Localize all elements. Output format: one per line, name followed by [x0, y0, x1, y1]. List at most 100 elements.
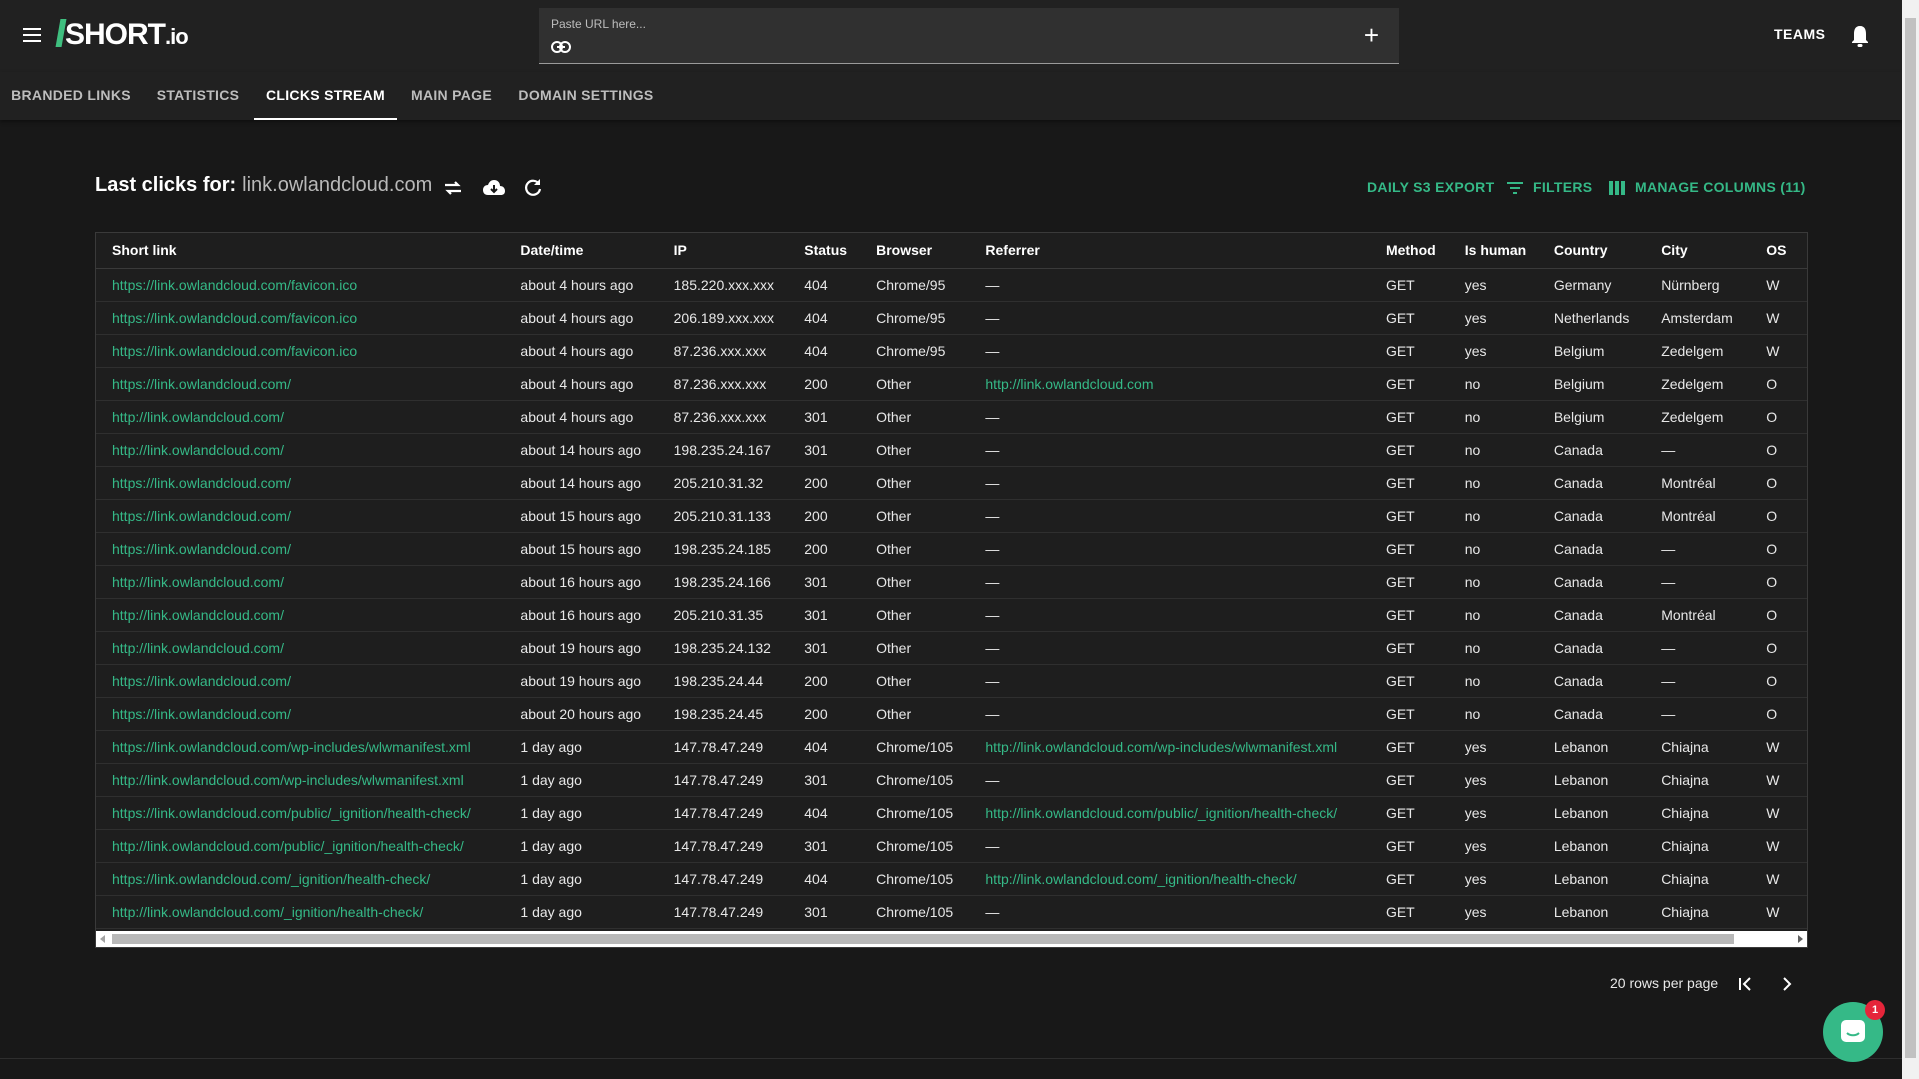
table-cell: 198.235.24.45 [657, 697, 789, 731]
table-row[interactable]: https://link.owlandcloud.com/about 4 hou… [96, 367, 1807, 401]
short-link[interactable]: https://link.owlandcloud.com/ [112, 673, 291, 689]
table-row[interactable]: https://link.owlandcloud.com/favicon.ico… [96, 301, 1807, 335]
notifications-bell-icon[interactable] [1849, 24, 1871, 48]
table-cell: — [1645, 631, 1751, 665]
referrer-link[interactable]: http://link.owlandcloud.com/public/_igni… [985, 805, 1337, 821]
short-link[interactable]: http://link.owlandcloud.com/ [112, 574, 284, 590]
short-link[interactable]: https://link.owlandcloud.com/wp-includes… [112, 739, 471, 755]
rows-per-page-label[interactable]: 20 rows per page [1610, 975, 1718, 991]
table-row[interactable]: http://link.owlandcloud.com/about 4 hour… [96, 400, 1807, 434]
short-link[interactable]: https://link.owlandcloud.com/ [112, 706, 291, 722]
table-row[interactable]: https://link.owlandcloud.com/_ignition/h… [96, 862, 1807, 896]
column-header[interactable]: Country [1537, 233, 1646, 269]
cloud-download-icon[interactable] [481, 176, 507, 200]
manage-columns-button[interactable]: MANAGE COLUMNS (11) [1635, 179, 1806, 195]
short-link[interactable]: https://link.owlandcloud.com/public/_ign… [112, 805, 471, 821]
column-header[interactable]: OS [1750, 233, 1807, 269]
scrollbar-thumb[interactable] [112, 934, 1734, 944]
horizontal-scrollbar[interactable] [96, 931, 1807, 947]
table-row[interactable]: http://link.owlandcloud.com/wp-includes/… [96, 763, 1807, 797]
tab-clicks-stream[interactable]: CLICKS STREAM [254, 72, 397, 120]
referrer-link[interactable]: http://link.owlandcloud.com/_ignition/he… [985, 871, 1296, 887]
filter-icon[interactable] [1507, 181, 1523, 195]
tab-statistics[interactable]: STATISTICS [142, 72, 254, 120]
table-row[interactable]: https://link.owlandcloud.com/wp-includes… [96, 730, 1807, 764]
first-page-icon[interactable] [1736, 975, 1754, 993]
table-cell: GET [1369, 664, 1449, 698]
hamburger-menu-icon[interactable] [20, 24, 44, 48]
column-header[interactable]: Browser [860, 233, 970, 269]
table-cell: no [1448, 565, 1538, 599]
scroll-left-arrow-icon[interactable] [100, 935, 105, 943]
page-vertical-scrollbar[interactable] [1902, 0, 1919, 1079]
add-link-plus-icon[interactable]: + [1364, 22, 1379, 48]
column-header[interactable]: IP [657, 233, 789, 269]
table-row[interactable]: http://link.owlandcloud.com/about 16 hou… [96, 565, 1807, 599]
scroll-right-arrow-icon[interactable] [1798, 935, 1803, 943]
table-row[interactable]: https://link.owlandcloud.com/favicon.ico… [96, 334, 1807, 368]
column-header[interactable]: City [1645, 233, 1751, 269]
column-header[interactable]: Short link [96, 233, 505, 269]
switch-domain-icon[interactable] [441, 176, 465, 200]
table-cell: https://link.owlandcloud.com/_ignition/h… [96, 862, 505, 896]
table-cell: Belgium [1537, 400, 1646, 434]
column-header[interactable]: Method [1369, 233, 1449, 269]
short-link[interactable]: http://link.owlandcloud.com/ [112, 607, 284, 623]
daily-s3-export-button[interactable]: DAILY S3 EXPORT [1367, 179, 1494, 195]
table-row[interactable]: https://link.owlandcloud.com/about 14 ho… [96, 466, 1807, 500]
short-link[interactable]: http://link.owlandcloud.com/ [112, 640, 284, 656]
short-link[interactable]: https://link.owlandcloud.com/ [112, 376, 291, 392]
table-row[interactable]: https://link.owlandcloud.com/about 20 ho… [96, 697, 1807, 731]
short-link[interactable]: http://link.owlandcloud.com/wp-includes/… [112, 772, 464, 788]
table-row[interactable]: http://link.owlandcloud.com/_ignition/he… [96, 895, 1807, 929]
column-header[interactable]: Date/time [504, 233, 658, 269]
scrollbar-thumb[interactable] [1905, 18, 1916, 1058]
table-row[interactable]: http://link.owlandcloud.com/about 19 hou… [96, 631, 1807, 665]
columns-icon[interactable] [1609, 181, 1625, 195]
table-cell: GET [1369, 433, 1449, 467]
column-header[interactable]: Status [788, 233, 861, 269]
table-row[interactable]: http://link.owlandcloud.com/about 14 hou… [96, 433, 1807, 467]
short-link[interactable]: http://link.owlandcloud.com/public/_igni… [112, 838, 464, 854]
referrer-link[interactable]: http://link.owlandcloud.com [985, 376, 1153, 392]
main-tabs: BRANDED LINKS STATISTICS CLICKS STREAM M… [0, 72, 1902, 120]
short-link[interactable]: http://link.owlandcloud.com/ [112, 442, 284, 458]
table-cell: Chrome/105 [860, 763, 970, 797]
table-cell: GET [1369, 334, 1449, 368]
column-header[interactable]: Is human [1448, 233, 1538, 269]
short-link[interactable]: http://link.owlandcloud.com/_ignition/he… [112, 904, 423, 920]
short-link[interactable]: https://link.owlandcloud.com/ [112, 508, 291, 524]
column-header[interactable]: Referrer [969, 233, 1370, 269]
table-row[interactable]: https://link.owlandcloud.com/about 15 ho… [96, 532, 1807, 566]
short-link[interactable]: https://link.owlandcloud.com/favicon.ico [112, 310, 357, 326]
chat-widget-button[interactable]: 1 [1823, 1000, 1885, 1062]
tab-domain-settings[interactable]: DOMAIN SETTINGS [506, 72, 666, 120]
short-link[interactable]: https://link.owlandcloud.com/_ignition/h… [112, 871, 430, 887]
table-cell: 301 [788, 598, 861, 632]
short-link[interactable]: https://link.owlandcloud.com/ [112, 541, 291, 557]
table-cell: yes [1448, 301, 1538, 335]
table-row[interactable]: https://link.owlandcloud.com/about 15 ho… [96, 499, 1807, 533]
table-cell: Canada [1537, 565, 1646, 599]
next-page-icon[interactable] [1778, 975, 1796, 993]
table-row[interactable]: http://link.owlandcloud.com/about 16 hou… [96, 598, 1807, 632]
footer-divider [0, 1058, 1902, 1059]
short-link[interactable]: https://link.owlandcloud.com/ [112, 475, 291, 491]
tab-branded-links[interactable]: BRANDED LINKS [0, 72, 142, 120]
short-link[interactable]: https://link.owlandcloud.com/favicon.ico [112, 277, 357, 293]
table-row[interactable]: https://link.owlandcloud.com/public/_ign… [96, 796, 1807, 830]
table-row[interactable]: https://link.owlandcloud.com/about 19 ho… [96, 664, 1807, 698]
table-cell: http://link.owlandcloud.com/_ignition/he… [969, 862, 1370, 896]
teams-button[interactable]: TEAMS [1774, 26, 1826, 42]
table-row[interactable]: http://link.owlandcloud.com/public/_igni… [96, 829, 1807, 863]
refresh-icon[interactable] [521, 176, 545, 200]
table-row[interactable]: https://link.owlandcloud.com/favicon.ico… [96, 268, 1807, 302]
short-link[interactable]: https://link.owlandcloud.com/favicon.ico [112, 343, 357, 359]
tab-main-page[interactable]: MAIN PAGE [397, 72, 506, 120]
referrer-link[interactable]: http://link.owlandcloud.com/wp-includes/… [985, 739, 1337, 755]
url-input-field[interactable]: Paste URL here... + [539, 8, 1399, 64]
short-link[interactable]: http://link.owlandcloud.com/ [112, 409, 284, 425]
table-cell: 404 [788, 268, 861, 302]
filters-button[interactable]: FILTERS [1533, 179, 1592, 195]
logo[interactable]: SHORT.io [55, 18, 189, 52]
